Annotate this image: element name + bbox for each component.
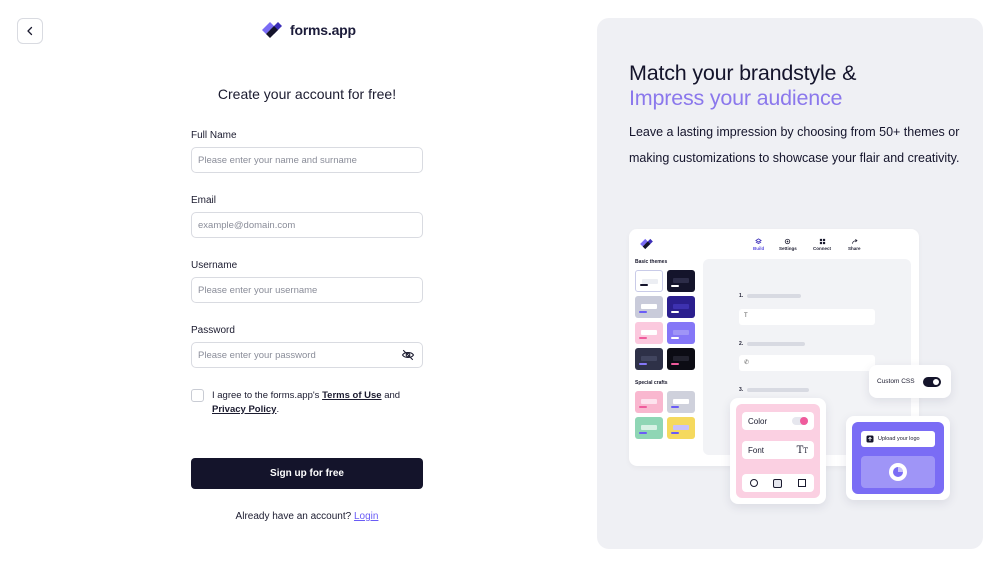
mockup-nav-connect: Connect xyxy=(813,238,831,251)
mockup-nav-share-label: Share xyxy=(848,246,861,251)
email-label: Email xyxy=(191,195,217,206)
login-prompt: Already have an account? Login xyxy=(191,511,423,522)
custom-css-card: Custom CSS xyxy=(869,365,951,398)
sign-up-button[interactable]: Sign up for free xyxy=(191,458,423,489)
style-options-panel: Color Font TT xyxy=(736,404,820,498)
forms-app-logo-icon xyxy=(262,22,282,38)
grid-icon xyxy=(819,238,825,245)
text-type-icon: T xyxy=(744,313,748,319)
basic-themes-label: Basic themes xyxy=(635,259,668,265)
color-label: Color xyxy=(748,416,768,426)
phone-question-input: ✆ xyxy=(739,355,875,371)
promo-headline: Match your brandstyle & Impress your aud… xyxy=(629,61,856,111)
font-option: Font TT xyxy=(742,441,814,459)
square-shape-icon xyxy=(798,479,807,487)
share-icon xyxy=(851,239,858,244)
form-title: Create your account for free! xyxy=(217,86,397,102)
question-number: 3. xyxy=(739,387,744,393)
brand-logo[interactable]: forms.app xyxy=(260,19,356,41)
headline-line-2: Impress your audience xyxy=(629,86,843,110)
font-size-icon: TT xyxy=(796,444,808,456)
phone-icon: ✆ xyxy=(744,360,750,366)
back-button[interactable] xyxy=(17,18,43,44)
style-options-card: Color Font TT xyxy=(730,398,826,504)
theme-thumb xyxy=(635,322,663,344)
upload-logo-card: Upload your logo xyxy=(846,416,950,500)
text-question-input: T xyxy=(739,309,875,325)
question-placeholder-bar xyxy=(747,294,801,298)
agree-suffix: . xyxy=(276,403,280,415)
mockup-nav-connect-label: Connect xyxy=(813,246,831,251)
rounded-square-shape-icon xyxy=(773,478,783,488)
terms-of-use-link[interactable]: Terms of Use xyxy=(322,390,381,401)
theme-thumb xyxy=(635,296,663,318)
craft-thumb xyxy=(635,417,663,439)
agree-prefix: I agree to the forms.app's xyxy=(212,390,323,401)
craft-thumb xyxy=(635,391,663,413)
full-name-label: Full Name xyxy=(191,130,237,141)
terms-checkbox[interactable] xyxy=(191,389,204,402)
mockup-logo-icon xyxy=(640,238,653,250)
circle-shape-icon xyxy=(749,479,758,487)
agree-middle: and xyxy=(381,390,401,401)
brand-name: forms.app xyxy=(290,22,356,38)
promo-description: Leave a lasting impression by choosing f… xyxy=(629,125,960,165)
color-option: Color xyxy=(742,412,814,430)
mockup-nav-build-label: Build xyxy=(753,246,765,251)
login-link[interactable]: Login xyxy=(354,511,378,522)
color-toggle-icon xyxy=(792,417,808,425)
shape-options xyxy=(742,474,814,492)
theme-thumb xyxy=(667,322,695,344)
login-prompt-text: Already have an account? xyxy=(235,511,352,522)
theme-thumb xyxy=(667,348,695,370)
craft-thumb xyxy=(667,391,695,413)
promo-panel: Match your brandstyle & Impress your aud… xyxy=(597,18,983,549)
upload-logo-pill: Upload your logo xyxy=(861,431,935,447)
theme-thumb xyxy=(635,270,663,292)
password-label: Password xyxy=(191,325,235,336)
full-name-input[interactable] xyxy=(191,147,423,173)
privacy-policy-link[interactable]: Privacy Policy xyxy=(212,404,276,415)
mockup-nav-share: Share xyxy=(848,238,861,251)
headline-line-1: Match your brandstyle & xyxy=(629,61,857,85)
theme-thumb xyxy=(667,270,695,292)
layers-icon xyxy=(755,238,763,245)
question-number: 2. xyxy=(739,341,744,347)
special-crafts-label: Special crafts xyxy=(635,380,668,386)
email-input[interactable] xyxy=(191,212,423,238)
question-placeholder-bar xyxy=(747,388,809,392)
mockup-nav-settings-label: Settings xyxy=(779,246,797,251)
username-input[interactable] xyxy=(191,277,423,303)
question-number: 1. xyxy=(739,293,744,299)
custom-css-label: Custom CSS xyxy=(877,378,915,385)
theme-thumb xyxy=(635,348,663,370)
question-placeholder-bar xyxy=(747,342,805,346)
theme-thumb xyxy=(667,296,695,318)
logo-placeholder-icon xyxy=(889,463,907,481)
gear-icon xyxy=(785,238,791,245)
mockup-nav-build: Build xyxy=(753,238,764,251)
custom-css-toggle xyxy=(922,376,941,387)
eye-off-icon[interactable] xyxy=(401,348,415,362)
username-label: Username xyxy=(191,260,238,271)
password-input[interactable] xyxy=(191,342,423,368)
terms-agreement-text: I agree to the forms.app's Terms of Use … xyxy=(212,389,432,416)
logo-preview xyxy=(861,456,935,488)
chevron-left-icon xyxy=(27,26,33,36)
mockup-nav-settings: Settings xyxy=(779,238,797,251)
upload-logo-label: Upload your logo xyxy=(878,436,920,442)
upload-icon xyxy=(866,435,874,443)
upload-logo-panel: Upload your logo xyxy=(852,422,944,494)
craft-thumb xyxy=(667,417,695,439)
font-label: Font xyxy=(748,445,765,455)
